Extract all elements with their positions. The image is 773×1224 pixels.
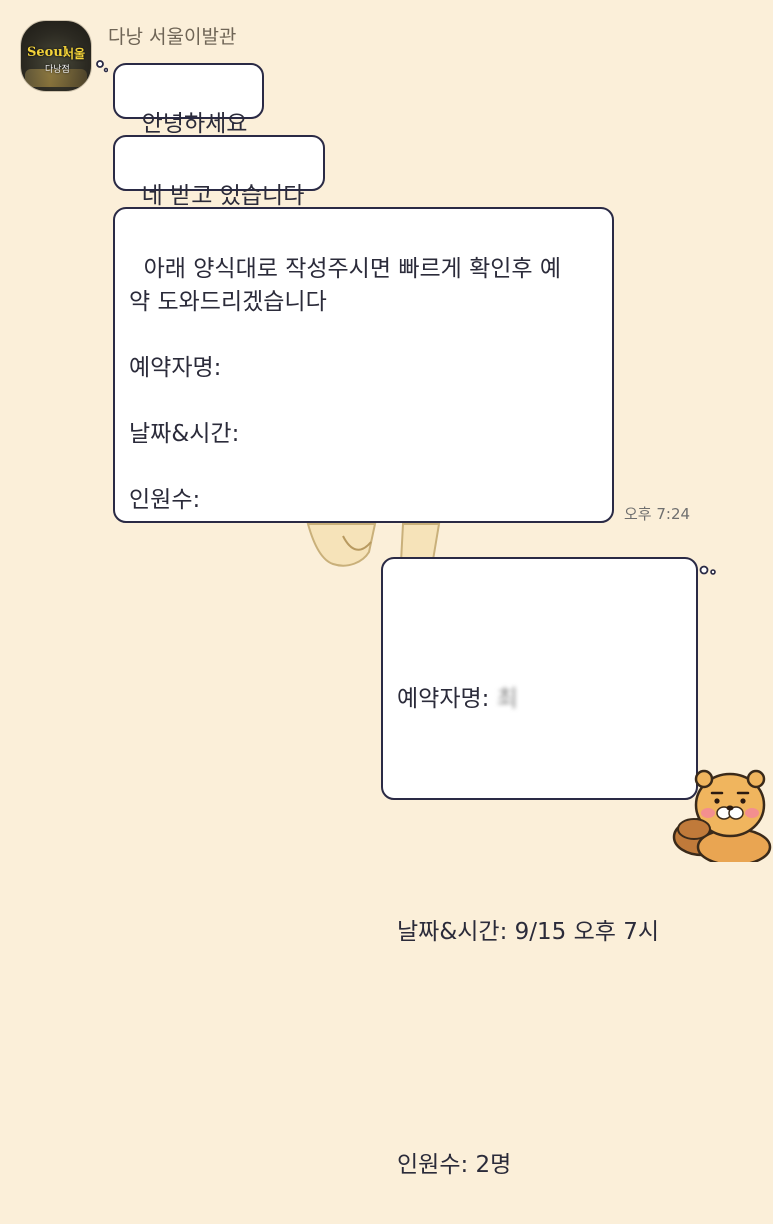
message-text: 네 받고 있습니다 [141, 183, 305, 209]
message-bubble-incoming[interactable]: 네 받고 있습니다 [113, 135, 325, 209]
message-text: 아래 양식대로 작성주시면 빠르게 확인후 예 약 도와드리겠습니다 예약자명:… [129, 256, 562, 513]
message-line: 날짜&시간: 9/15 오후 7시 [397, 919, 660, 945]
message-bubble-incoming[interactable]: 안녕하세요 [113, 63, 264, 137]
message-line: 인원수: 2명 [397, 1152, 512, 1178]
field-label: 예약자명: [397, 686, 497, 712]
profile-avatar[interactable]: Seoul 서울 다낭점 [20, 20, 92, 92]
message-bubble-incoming[interactable]: 아래 양식대로 작성주시면 빠르게 확인후 예 약 도와드리겠습니다 예약자명:… [113, 207, 614, 523]
message-line: 예약자명: 최 [397, 680, 682, 719]
bubble-tail-icon [96, 60, 108, 73]
bubble-tail-icon [699, 565, 716, 575]
message-text: 안녕하세요 [141, 111, 248, 137]
avatar-logo-text: Seoul [27, 45, 68, 60]
redacted-name: 최 [496, 686, 526, 712]
sender-name[interactable]: 다낭 서울이발관 [108, 22, 236, 49]
message-timestamp: 오후 7:24 [624, 505, 691, 523]
avatar-branch-text: 다낭점 [45, 65, 70, 75]
message-bubble-outgoing[interactable]: 예약자명: 최 날짜&시간: 9/15 오후 7시 인원수: 2명 [381, 557, 698, 1178]
ryan-character-icon [672, 769, 772, 862]
avatar-logo-korean: 서울 [63, 47, 86, 61]
